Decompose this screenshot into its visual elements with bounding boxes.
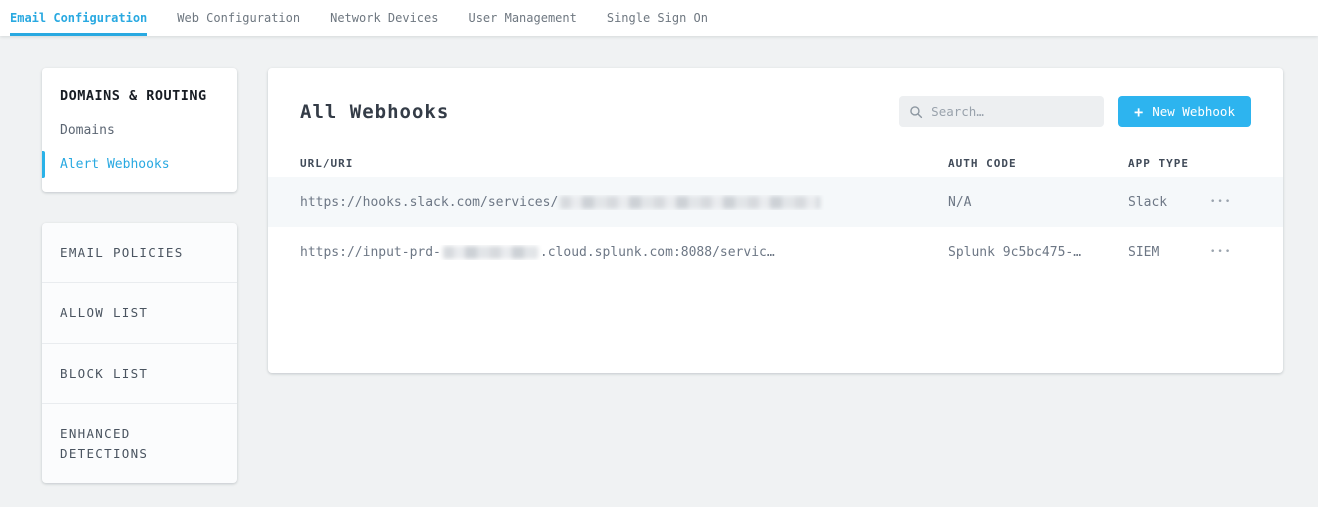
new-webhook-label: New Webhook: [1152, 104, 1235, 119]
sidebar: DOMAINS & ROUTING Domains Alert Webhooks…: [42, 68, 237, 483]
new-webhook-button[interactable]: + New Webhook: [1118, 96, 1251, 127]
page-title: All Webhooks: [300, 101, 449, 123]
active-indicator-bar: [42, 151, 45, 178]
tab-network-devices[interactable]: Network Devices: [330, 0, 438, 36]
tab-web-configuration[interactable]: Web Configuration: [177, 0, 300, 36]
webhook-url-cell: https://hooks.slack.com/services/: [300, 195, 948, 210]
sidebar-item-allow-list[interactable]: ALLOW LIST: [42, 283, 237, 343]
domains-routing-card: DOMAINS & ROUTING Domains Alert Webhooks: [42, 68, 237, 192]
table-row[interactable]: https://input-prd- .cloud.splunk.com:808…: [268, 227, 1283, 277]
search-icon: [909, 105, 923, 119]
webhook-url-cell: https://input-prd- .cloud.splunk.com:808…: [300, 245, 948, 260]
sidebar-item-domains[interactable]: Domains: [60, 123, 219, 138]
redacted-blur: [443, 246, 538, 259]
more-options-icon[interactable]: •••: [1206, 197, 1251, 207]
webhook-url-prefix: https://input-prd-: [300, 245, 441, 260]
sidebar-item-label: Alert Webhooks: [60, 157, 170, 172]
plus-icon: +: [1134, 103, 1143, 121]
column-header-url: URL/URI: [300, 157, 948, 170]
tab-email-configuration[interactable]: Email Configuration: [10, 0, 147, 36]
sidebar-item-email-policies[interactable]: EMAIL POLICIES: [42, 223, 237, 283]
webhook-url-prefix: https://hooks.slack.com/services/: [300, 195, 558, 210]
header-actions: + New Webhook: [899, 96, 1251, 127]
search-box[interactable]: [899, 96, 1104, 127]
sidebar-item-enhanced-detections[interactable]: ENHANCED DETECTIONS: [42, 404, 237, 483]
webhooks-panel: All Webhooks + New Webhook URL/URI AUTH …: [268, 68, 1283, 373]
sidebar-section-list: EMAIL POLICIES ALLOW LIST BLOCK LIST ENH…: [42, 223, 237, 483]
table-header-row: URL/URI AUTH CODE APP TYPE: [268, 149, 1283, 177]
app-type-cell: Slack: [1128, 195, 1206, 210]
table-row[interactable]: https://hooks.slack.com/services/ N/A Sl…: [268, 177, 1283, 227]
auth-code-cell: N/A: [948, 195, 1128, 210]
auth-code-cell: Splunk 9c5bc475-…: [948, 245, 1128, 260]
column-header-auth-code: AUTH CODE: [948, 157, 1128, 170]
top-nav: Email Configuration Web Configuration Ne…: [0, 0, 1318, 36]
tab-user-management[interactable]: User Management: [468, 0, 576, 36]
app-type-cell: SIEM: [1128, 245, 1206, 260]
more-options-icon[interactable]: •••: [1206, 247, 1251, 257]
page-content: DOMAINS & ROUTING Domains Alert Webhooks…: [0, 36, 1318, 483]
column-header-app-type: APP TYPE: [1128, 157, 1206, 170]
redacted-blur: [560, 196, 820, 209]
sidebar-item-block-list[interactable]: BLOCK LIST: [42, 344, 237, 404]
webhook-url-suffix: .cloud.splunk.com:8088/servic…: [540, 245, 775, 260]
domains-routing-title: DOMAINS & ROUTING: [60, 88, 219, 104]
panel-header: All Webhooks + New Webhook: [268, 68, 1283, 149]
search-input[interactable]: [931, 104, 1094, 119]
tab-single-sign-on[interactable]: Single Sign On: [607, 0, 708, 36]
sidebar-item-alert-webhooks[interactable]: Alert Webhooks: [60, 157, 219, 172]
